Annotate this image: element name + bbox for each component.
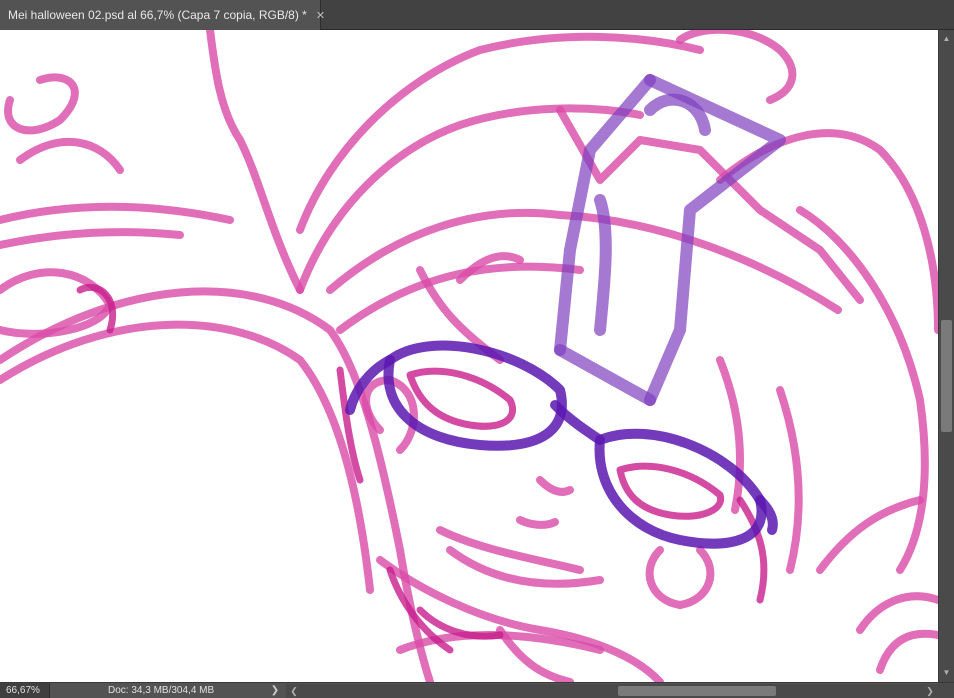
scroll-down-icon[interactable]: ▼ xyxy=(939,666,954,680)
sketch-artwork xyxy=(0,30,938,682)
document-tab[interactable]: Mei halloween 02.psd al 66,7% (Capa 7 co… xyxy=(0,0,325,30)
close-icon[interactable]: ✕ xyxy=(316,9,325,22)
status-bar: 66,67% Doc: 34,3 MB/304,4 MB ❯ ❮ ❯ xyxy=(0,682,954,698)
document-tab-title: Mei halloween 02.psd al 66,7% (Capa 7 co… xyxy=(8,8,307,22)
pink-sketch-layer xyxy=(0,30,938,682)
horizontal-scroll-thumb[interactable] xyxy=(618,686,776,696)
scroll-left-icon[interactable]: ❮ xyxy=(288,684,300,698)
purple-ribbon-layer xyxy=(554,74,786,406)
vertical-scroll-thumb[interactable] xyxy=(941,320,952,432)
vertical-scrollbar[interactable]: ▲ ▼ xyxy=(938,30,954,682)
scroll-right-icon[interactable]: ❯ xyxy=(924,684,936,698)
document-size-info: Doc: 34,3 MB/304,4 MB xyxy=(108,685,215,696)
zoom-level-field[interactable]: 66,67% xyxy=(0,683,50,698)
horizontal-scrollbar[interactable]: ❮ ❯ xyxy=(286,684,938,698)
scroll-up-icon[interactable]: ▲ xyxy=(939,32,954,46)
scrollbar-corner xyxy=(938,683,954,698)
photoshop-window: Mei halloween 02.psd al 66,7% (Capa 7 co… xyxy=(0,0,954,698)
document-canvas[interactable] xyxy=(0,30,938,682)
document-tab-bar: Mei halloween 02.psd al 66,7% (Capa 7 co… xyxy=(0,0,954,30)
status-menu-arrow-icon[interactable]: ❯ xyxy=(268,685,282,696)
